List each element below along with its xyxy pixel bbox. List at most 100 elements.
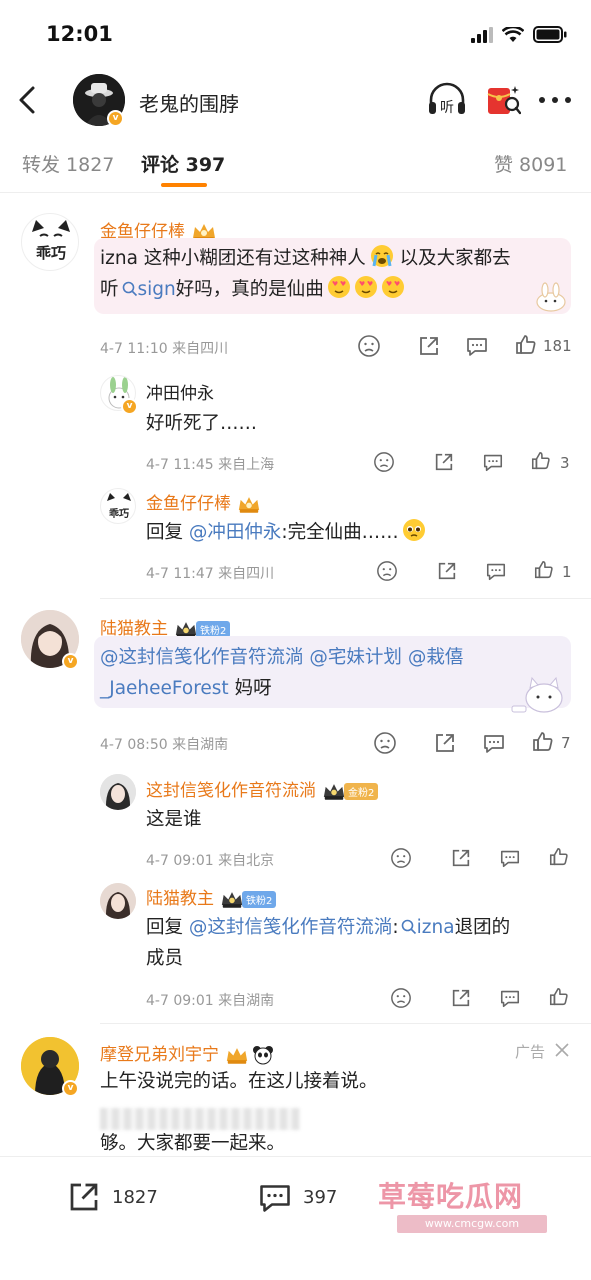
tab-comments[interactable]: 评论 397 <box>141 150 225 177</box>
share-icon[interactable] <box>433 451 455 473</box>
crown-badge-icon <box>323 783 345 800</box>
like-thumb-icon[interactable] <box>530 450 552 472</box>
reply-comment-icon[interactable] <box>499 987 521 1009</box>
username-text[interactable]: 摩登兄弟刘宇宁 <box>100 1045 219 1065</box>
more-options-icon[interactable] <box>538 96 572 104</box>
divider <box>100 1023 591 1024</box>
reply-comment-icon[interactable] <box>465 334 489 358</box>
dislike-face-icon[interactable] <box>357 334 381 358</box>
comment-username[interactable]: 摩登兄弟刘宇宁 <box>100 1040 274 1065</box>
mention-link[interactable]: @宅妹计划 <box>309 647 402 668</box>
active-tab-indicator <box>161 183 207 187</box>
like-thumb-icon[interactable] <box>514 333 538 357</box>
avatar[interactable]: 乖巧 <box>100 488 136 524</box>
listen-label: 听 <box>440 100 454 116</box>
username-text[interactable]: 这封信笺化作音符流淌 <box>146 781 316 801</box>
comment-text-part: izna 这种小糊团还有过这种神人 <box>100 248 366 269</box>
reply-text: 这是谁 <box>146 809 202 830</box>
reply-username[interactable]: 冲田仲永 <box>146 379 214 404</box>
fan-level-badge: 铁粉2 <box>196 620 231 638</box>
watermark-url: www.cmcgw.com <box>397 1215 547 1233</box>
ad-text-tail: 够。大家都要一起来。 <box>100 1133 286 1154</box>
reply-username[interactable]: 陆猫教主 铁粉2 <box>146 884 277 909</box>
topic-link[interactable]: izna <box>417 917 455 938</box>
watermark-text: 草莓吃瓜网 <box>378 1180 524 1213</box>
reply-colon: : <box>392 917 399 938</box>
back-icon[interactable] <box>14 84 42 116</box>
dislike-face-icon[interactable] <box>390 847 412 869</box>
mention-link[interactable]: @冲田仲永 <box>189 522 282 543</box>
username-text[interactable]: 陆猫教主 <box>146 889 214 909</box>
topic-link[interactable]: sign <box>138 279 176 300</box>
share-icon[interactable] <box>436 560 458 582</box>
like-count: 181 <box>543 337 572 355</box>
repost-button[interactable]: 1827 <box>66 1179 158 1215</box>
heart-eyes-emoji-icon <box>327 276 350 298</box>
reply-text: 回复 @这封信笺化作音符流淌: izna退团的 成员 <box>146 912 576 974</box>
comment-text-part: 妈呀 <box>228 678 272 699</box>
like-count: 7 <box>561 734 571 752</box>
avatar-text: 乖巧 <box>36 244 66 262</box>
share-icon[interactable] <box>433 731 457 755</box>
heart-eyes-emoji-icon <box>381 276 404 298</box>
fan-level-badge: 铁粉2 <box>242 890 277 908</box>
headphones-listen-icon[interactable]: 听 <box>427 82 467 118</box>
like-thumb-icon[interactable] <box>531 730 555 754</box>
dislike-face-icon[interactable] <box>373 451 395 473</box>
verified-badge-icon: v <box>62 653 79 670</box>
signal-icon <box>471 26 493 43</box>
like-thumb-icon[interactable] <box>533 559 555 581</box>
tab-repost[interactable]: 转发 1827 <box>22 150 114 177</box>
comment-bubble-icon <box>260 1185 290 1212</box>
status-icons <box>471 26 567 43</box>
mention-link[interactable]: @这封信笺化作音符流淌 <box>189 917 393 938</box>
comment-meta: 4-7 08:50 来自湖南 <box>100 737 229 753</box>
reply-comment-icon[interactable] <box>499 847 521 869</box>
like-thumb-icon[interactable] <box>548 986 570 1008</box>
share-icon[interactable] <box>450 987 472 1009</box>
repost-share-icon <box>70 1183 98 1211</box>
share-icon[interactable] <box>417 334 441 358</box>
reply-meta: 4-7 11:45 来自上海 <box>146 457 275 473</box>
reply-meta: 4-7 09:01 来自湖南 <box>146 993 275 1009</box>
reply-comment-icon[interactable] <box>482 731 506 755</box>
red-packet-icon[interactable] <box>485 82 521 118</box>
reply-text: 好听死了…… <box>146 413 258 434</box>
reply-comment-icon[interactable] <box>485 560 507 582</box>
page-title: 老鬼的围脖 <box>139 92 239 116</box>
status-time: 12:01 <box>46 22 113 46</box>
close-ad-icon[interactable] <box>553 1041 571 1059</box>
comment-count: 397 <box>303 1186 338 1208</box>
crown-badge-icon <box>221 891 243 908</box>
avatar[interactable] <box>100 774 136 810</box>
like-thumb-icon[interactable] <box>548 846 570 868</box>
dislike-face-icon[interactable] <box>390 987 412 1009</box>
dislike-face-icon[interactable] <box>376 560 398 582</box>
search-icon <box>401 919 416 935</box>
tab-likes[interactable]: 赞 8091 <box>494 150 567 177</box>
tab-bar: 转发 1827 评论 397 赞 8091 <box>0 135 591 193</box>
comment-text: @这封信笺化作音符流淌 @宅妹计划 @栽僖 _JaeheeForest 妈呀 <box>100 642 570 704</box>
crown-badge-icon <box>238 496 260 513</box>
reply-comment-icon[interactable] <box>482 451 504 473</box>
username-text[interactable]: 金鱼仔仔棒 <box>146 494 231 514</box>
dislike-face-icon[interactable] <box>373 731 397 755</box>
pleading-emoji-icon <box>402 519 425 541</box>
verified-badge-icon: v <box>121 398 138 415</box>
avatar[interactable]: 乖巧 <box>21 213 79 271</box>
reply-username[interactable]: 这封信笺化作音符流淌 金粉2 <box>146 776 379 801</box>
repost-count: 1827 <box>112 1186 158 1208</box>
share-icon[interactable] <box>450 847 472 869</box>
ad-label: 广告 <box>515 1043 546 1061</box>
comment-text-part: 以及大家都去 <box>393 248 511 269</box>
fan-level-badge: 金粉2 <box>344 782 379 800</box>
reply-meta: 4-7 11:47 来自四川 <box>146 566 275 582</box>
mention-link[interactable]: _JaeheeForest <box>100 678 229 699</box>
avatar[interactable] <box>100 883 136 919</box>
mention-link[interactable]: @这封信笺化作音符流淌 <box>100 647 304 668</box>
comment-button[interactable]: 397 <box>257 1179 337 1215</box>
search-icon <box>122 281 137 297</box>
mention-link[interactable]: @栽僖 <box>408 647 464 668</box>
ad-text: 上午没说完的话。在这儿接着说。 <box>100 1071 378 1092</box>
reply-username[interactable]: 金鱼仔仔棒 <box>146 489 261 514</box>
